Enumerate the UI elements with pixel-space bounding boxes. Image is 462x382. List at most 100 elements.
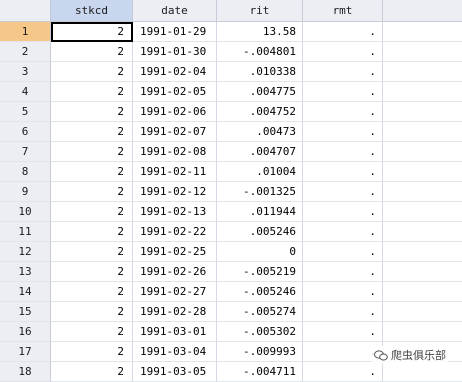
cell-rmt[interactable]: .	[303, 242, 383, 262]
cell-rit[interactable]: .005246	[217, 222, 303, 242]
cell-stkcd[interactable]: 2	[51, 222, 133, 242]
cell-rit[interactable]: .004775	[217, 82, 303, 102]
cell-stkcd[interactable]: 2	[51, 22, 133, 42]
cell-date[interactable]: 1991-03-04	[133, 342, 217, 362]
cell-stkcd[interactable]: 2	[51, 82, 133, 102]
cell-rmt[interactable]: .	[303, 262, 383, 282]
cell-date[interactable]: 1991-03-01	[133, 322, 217, 342]
cell-stkcd[interactable]: 2	[51, 162, 133, 182]
cell-date[interactable]: 1991-02-06	[133, 102, 217, 122]
cell-rit[interactable]: .004707	[217, 142, 303, 162]
cell-empty[interactable]	[383, 182, 462, 202]
cell-rmt[interactable]: .	[303, 82, 383, 102]
cell-rit[interactable]: -.004801	[217, 42, 303, 62]
cell-empty[interactable]	[383, 202, 462, 222]
cell-stkcd[interactable]: 2	[51, 102, 133, 122]
cell-stkcd[interactable]: 2	[51, 242, 133, 262]
cell-date[interactable]: 1991-02-26	[133, 262, 217, 282]
row-number[interactable]: 17	[0, 342, 51, 362]
cell-empty[interactable]	[383, 362, 462, 382]
cell-stkcd[interactable]: 2	[51, 262, 133, 282]
cell-date[interactable]: 1991-02-27	[133, 282, 217, 302]
cell-date[interactable]: 1991-02-11	[133, 162, 217, 182]
row-number[interactable]: 13	[0, 262, 51, 282]
cell-rit[interactable]: -.001325	[217, 182, 303, 202]
row-number[interactable]: 9	[0, 182, 51, 202]
cell-date[interactable]: 1991-01-30	[133, 42, 217, 62]
column-header-stkcd[interactable]: stkcd	[51, 0, 133, 21]
cell-date[interactable]: 1991-02-12	[133, 182, 217, 202]
cell-stkcd[interactable]: 2	[51, 142, 133, 162]
cell-empty[interactable]	[383, 222, 462, 242]
cell-rit[interactable]: .011944	[217, 202, 303, 222]
row-number[interactable]: 2	[0, 42, 51, 62]
cell-rmt[interactable]: .	[303, 22, 383, 42]
cell-empty[interactable]	[383, 322, 462, 342]
row-number[interactable]: 1	[0, 22, 51, 42]
row-number[interactable]: 6	[0, 122, 51, 142]
cell-stkcd[interactable]: 2	[51, 302, 133, 322]
cell-rmt[interactable]: .	[303, 122, 383, 142]
cell-stkcd[interactable]: 2	[51, 62, 133, 82]
cell-rmt[interactable]: .	[303, 142, 383, 162]
cell-empty[interactable]	[383, 82, 462, 102]
row-number[interactable]: 4	[0, 82, 51, 102]
cell-rit[interactable]: -.004711	[217, 362, 303, 382]
row-number[interactable]: 3	[0, 62, 51, 82]
cell-empty[interactable]	[383, 162, 462, 182]
row-number[interactable]: 18	[0, 362, 51, 382]
cell-date[interactable]: 1991-02-08	[133, 142, 217, 162]
cell-stkcd[interactable]: 2	[51, 362, 133, 382]
cell-stkcd[interactable]: 2	[51, 182, 133, 202]
cell-rit[interactable]: -.005274	[217, 302, 303, 322]
cell-rmt[interactable]: .	[303, 342, 383, 362]
cell-rmt[interactable]: .	[303, 362, 383, 382]
cell-rmt[interactable]: .	[303, 62, 383, 82]
cell-empty[interactable]	[383, 62, 462, 82]
cell-date[interactable]: 1991-02-25	[133, 242, 217, 262]
row-number[interactable]: 12	[0, 242, 51, 262]
cell-empty[interactable]	[383, 302, 462, 322]
cell-date[interactable]: 1991-02-07	[133, 122, 217, 142]
row-number[interactable]: 8	[0, 162, 51, 182]
column-header-date[interactable]: date	[133, 0, 217, 21]
cell-rit[interactable]: -.005246	[217, 282, 303, 302]
cell-empty[interactable]	[383, 122, 462, 142]
cell-rmt[interactable]: .	[303, 202, 383, 222]
row-number[interactable]: 5	[0, 102, 51, 122]
row-number[interactable]: 16	[0, 322, 51, 342]
cell-rit[interactable]: .00473	[217, 122, 303, 142]
column-header-rit[interactable]: rit	[217, 0, 303, 21]
cell-rit[interactable]: .010338	[217, 62, 303, 82]
cell-date[interactable]: 1991-01-29	[133, 22, 217, 42]
cell-empty[interactable]	[383, 262, 462, 282]
cell-rit[interactable]: -.009993	[217, 342, 303, 362]
cell-date[interactable]: 1991-02-22	[133, 222, 217, 242]
cell-rit[interactable]: -.005219	[217, 262, 303, 282]
row-number[interactable]: 15	[0, 302, 51, 322]
cell-rmt[interactable]: .	[303, 42, 383, 62]
cell-date[interactable]: 1991-02-04	[133, 62, 217, 82]
row-number[interactable]: 11	[0, 222, 51, 242]
cell-stkcd[interactable]: 2	[51, 42, 133, 62]
cell-empty[interactable]	[383, 42, 462, 62]
cell-date[interactable]: 1991-03-05	[133, 362, 217, 382]
cell-rmt[interactable]: .	[303, 182, 383, 202]
cell-rmt[interactable]: .	[303, 102, 383, 122]
row-number[interactable]: 7	[0, 142, 51, 162]
cell-stkcd[interactable]: 2	[51, 202, 133, 222]
cell-rmt[interactable]: .	[303, 282, 383, 302]
corner-cell[interactable]	[0, 0, 51, 21]
cell-rmt[interactable]: .	[303, 162, 383, 182]
cell-rit[interactable]: -.005302	[217, 322, 303, 342]
cell-rmt[interactable]: .	[303, 322, 383, 342]
row-number[interactable]: 10	[0, 202, 51, 222]
cell-rit[interactable]: 0	[217, 242, 303, 262]
cell-empty[interactable]	[383, 102, 462, 122]
cell-rit[interactable]: .01004	[217, 162, 303, 182]
cell-empty[interactable]	[383, 282, 462, 302]
cell-date[interactable]: 1991-02-13	[133, 202, 217, 222]
column-header-rmt[interactable]: rmt	[303, 0, 383, 21]
cell-stkcd[interactable]: 2	[51, 342, 133, 362]
cell-empty[interactable]	[383, 242, 462, 262]
